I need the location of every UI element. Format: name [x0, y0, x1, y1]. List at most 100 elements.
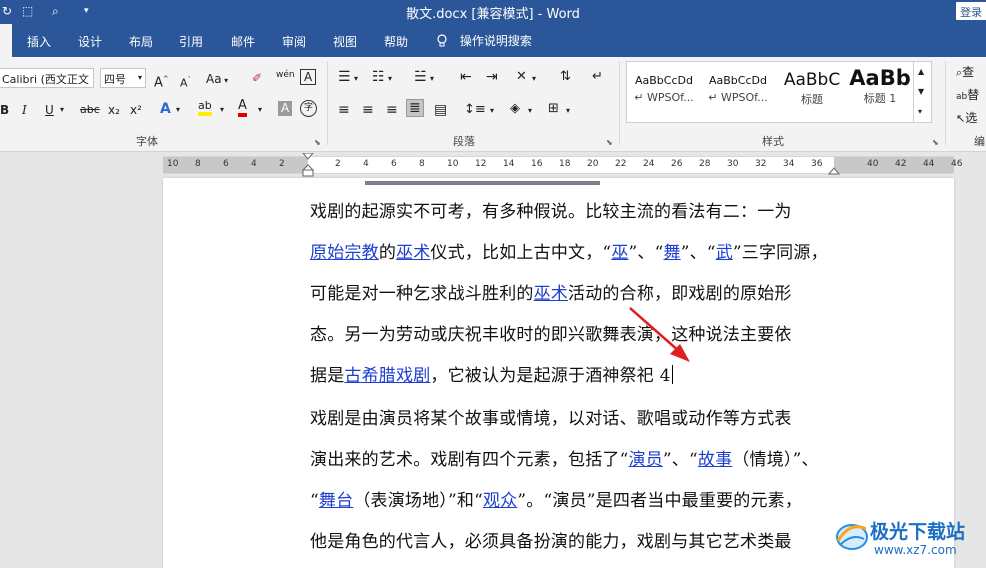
tab-design[interactable]: 设计 — [78, 33, 102, 50]
group-separator — [945, 61, 946, 145]
ruler-tick: 22 — [615, 159, 627, 169]
underline-button[interactable]: U — [45, 102, 54, 118]
char-border-button[interactable]: A — [300, 69, 317, 85]
highlight-button[interactable]: ab — [198, 99, 212, 116]
italic-button[interactable]: I — [22, 102, 27, 118]
chinese-layout-icon[interactable]: ✕ — [516, 69, 527, 85]
bullets-dropdown-icon[interactable]: ▾ — [354, 71, 358, 87]
styles-down-icon[interactable]: ▼ — [918, 84, 924, 100]
find-button[interactable]: ⌕查 — [956, 64, 974, 81]
hyperlink[interactable]: 原始宗教 — [310, 243, 379, 263]
login-button[interactable]: 登录 — [956, 2, 986, 20]
bullets-icon[interactable]: ☰ — [338, 69, 351, 85]
font-size-combo[interactable]: 四号 ▾ — [100, 68, 146, 88]
shading-dropdown-icon[interactable]: ▾ — [528, 103, 532, 119]
distributed-icon[interactable]: ▤ — [434, 102, 447, 118]
numbering-icon[interactable]: ☷ — [372, 69, 385, 85]
grow-font-button[interactable]: A^ — [154, 71, 169, 91]
justify-icon[interactable]: ≣ — [406, 99, 424, 117]
increase-indent-icon[interactable]: ⇥ — [486, 69, 498, 85]
underline-dropdown-icon[interactable]: ▾ — [60, 102, 64, 118]
strikethrough-button[interactable]: abc — [80, 102, 100, 118]
show-marks-icon[interactable]: ↵ — [592, 69, 603, 85]
highlight-dropdown-icon[interactable]: ▾ — [220, 102, 224, 118]
font-dialog-launcher-icon[interactable]: ⬊ — [314, 135, 321, 151]
tab-help[interactable]: 帮助 — [384, 33, 408, 50]
multilevel-dropdown-icon[interactable]: ▾ — [430, 71, 434, 87]
text-effects-button[interactable]: A — [160, 101, 171, 117]
align-right-icon[interactable]: ≡ — [386, 102, 398, 118]
right-indent-marker-icon[interactable] — [828, 165, 840, 175]
numbering-dropdown-icon[interactable]: ▾ — [388, 71, 392, 87]
multilevel-list-icon[interactable]: ☱ — [414, 69, 427, 85]
decrease-indent-icon[interactable]: ⇤ — [460, 69, 472, 85]
tab-insert[interactable]: 插入 — [27, 33, 51, 50]
tab-home[interactable] — [0, 24, 12, 57]
hyperlink[interactable]: 故事 — [698, 450, 732, 470]
subscript-button[interactable]: x₂ — [108, 102, 120, 118]
superscript-button[interactable]: x² — [130, 102, 142, 118]
font-name-combo[interactable]: Calibri (西文正文 — [0, 68, 94, 88]
horizontal-ruler[interactable]: 10 8 6 4 2 2 4 6 8 10 12 14 16 18 20 22 24 26 28 30 32 34 36 40… — [162, 153, 962, 177]
style-name: 标题 — [801, 93, 823, 106]
hyperlink[interactable]: 演员 — [629, 450, 663, 470]
tab-mailings[interactable]: 邮件 — [231, 33, 255, 50]
style-item[interactable]: AaBbCcDd ↵ WPSOf... — [701, 62, 775, 122]
tell-me-search[interactable]: 操作说明搜索 — [436, 32, 532, 49]
styles-dialog-launcher-icon[interactable]: ⬊ — [932, 135, 939, 151]
ruler-tick: 24 — [643, 159, 655, 169]
indent-marker-icon[interactable] — [302, 153, 314, 177]
align-left-icon[interactable]: ≡ — [338, 102, 350, 118]
align-center-icon[interactable]: ≡ — [362, 102, 374, 118]
ruler-tick: 4 — [251, 159, 257, 169]
text-run: （表演场地）”和“ — [353, 491, 483, 511]
borders-icon[interactable]: ⊞ — [548, 101, 559, 117]
font-color-dropdown-icon[interactable]: ▾ — [258, 102, 262, 118]
hyperlink[interactable]: 巫术 — [396, 243, 430, 263]
paragraph-dialog-launcher-icon[interactable]: ⬊ — [606, 135, 613, 151]
bold-button[interactable]: B — [0, 102, 9, 118]
phonetic-guide-button[interactable]: wén — [276, 67, 295, 83]
ruler-tick: 2 — [279, 159, 285, 169]
font-color-button[interactable]: A — [238, 99, 247, 117]
ruler-tick: 10 — [447, 159, 459, 169]
line-spacing-dropdown-icon[interactable]: ▾ — [490, 103, 494, 119]
hyperlink[interactable]: 舞 — [664, 243, 681, 263]
clear-format-icon[interactable]: ✐ — [252, 70, 262, 86]
hyperlink[interactable]: 古希腊戏剧 — [344, 366, 430, 386]
document-line: “舞台（表演场地）”和“观众”。“演员”是四者当中最重要的元素， — [310, 486, 802, 511]
hyperlink[interactable]: 武 — [716, 243, 733, 263]
char-shading-button[interactable]: A — [278, 101, 293, 116]
hyperlink[interactable]: 舞台 — [319, 491, 353, 511]
shrink-font-button[interactable]: Aˇ — [180, 72, 191, 92]
font-group-label: 字体 — [136, 135, 158, 148]
select-button[interactable]: ↖选 — [956, 110, 977, 127]
styles-up-icon[interactable]: ▲ — [918, 64, 924, 80]
shading-icon[interactable]: ◈ — [510, 101, 520, 117]
style-preview: AaBbCcDd — [635, 74, 693, 87]
style-item[interactable]: AaBbCcDd ↵ WPSOf... — [627, 62, 701, 122]
style-item[interactable]: AaBbC 标题 — [775, 62, 849, 122]
text-effects-dropdown-icon[interactable]: ▾ — [176, 102, 180, 118]
style-preview: AaBbC — [783, 70, 841, 90]
styles-more-icon[interactable]: ▾ — [918, 104, 922, 120]
sort-icon[interactable]: ⇅ — [560, 69, 571, 85]
line-spacing-icon[interactable]: ↕≡ — [464, 102, 486, 118]
style-item[interactable]: AaBb 标题 1 — [849, 62, 911, 122]
hyperlink[interactable]: 观众 — [483, 491, 517, 511]
tab-view[interactable]: 视图 — [333, 33, 357, 50]
chinese-layout-dropdown-icon[interactable]: ▾ — [532, 71, 536, 87]
style-name: ↵ WPSOf... — [708, 91, 768, 104]
tab-review[interactable]: 审阅 — [282, 33, 306, 50]
ruler-tick: 6 — [391, 159, 397, 169]
borders-dropdown-icon[interactable]: ▾ — [566, 103, 570, 119]
change-case-button[interactable]: Aa ▾ — [206, 71, 228, 89]
tab-layout[interactable]: 布局 — [129, 33, 153, 50]
hyperlink[interactable]: 巫 — [611, 243, 628, 263]
tab-references[interactable]: 引用 — [179, 33, 203, 50]
watermark-text: 极光下载站 — [870, 521, 966, 543]
replace-button[interactable]: ab替 — [956, 87, 979, 105]
hyperlink[interactable]: 巫术 — [534, 284, 568, 304]
left-gutter — [0, 152, 163, 568]
enclose-char-button[interactable]: 字 — [300, 100, 317, 117]
